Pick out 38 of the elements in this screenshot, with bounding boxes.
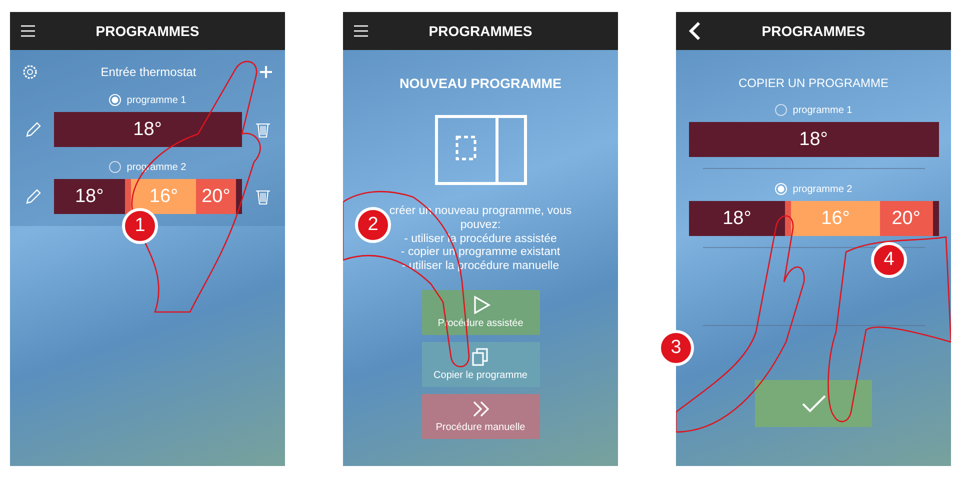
temperature-segment: 16° bbox=[131, 179, 196, 214]
pencil-icon[interactable] bbox=[24, 188, 42, 206]
thermostat-name: Entrée thermostat bbox=[100, 65, 196, 79]
menu-icon[interactable] bbox=[353, 23, 369, 39]
program-illustration-icon bbox=[434, 115, 526, 185]
trash-icon[interactable] bbox=[254, 188, 272, 206]
temperature-segment: 20° bbox=[880, 201, 932, 236]
program-name: programme 2 bbox=[792, 184, 852, 194]
settings-icon[interactable] bbox=[22, 64, 38, 80]
temperature-segment: 18° bbox=[54, 112, 242, 147]
pencil-icon[interactable] bbox=[24, 120, 42, 138]
program-name: programme 1 bbox=[126, 94, 186, 106]
check-icon bbox=[800, 394, 826, 414]
screen-title: PROGRAMMES bbox=[762, 23, 866, 39]
step-number: 2 bbox=[355, 207, 391, 243]
menu-icon[interactable] bbox=[20, 23, 36, 39]
step-number: 3 bbox=[658, 330, 694, 366]
trash-icon[interactable] bbox=[254, 120, 272, 138]
screen-title: PROGRAMMES bbox=[428, 23, 532, 39]
step-number: 4 bbox=[871, 242, 907, 278]
screen-title: PROGRAMMES bbox=[96, 23, 200, 39]
screen-heading: COPIER UN PROGRAMME bbox=[738, 76, 888, 90]
temperature-segment: 16° bbox=[791, 201, 880, 236]
temperature-segment: 18° bbox=[688, 201, 786, 236]
confirm-button[interactable] bbox=[755, 380, 872, 427]
option-button[interactable]: Copier le programme bbox=[422, 342, 540, 387]
double-chevron-icon bbox=[470, 399, 490, 420]
radio-button[interactable] bbox=[108, 161, 121, 173]
step-number: 1 bbox=[122, 208, 158, 244]
copy-icon bbox=[470, 347, 490, 368]
temperature-segment: 20° bbox=[196, 179, 236, 214]
temperature-segment: 18° bbox=[688, 122, 938, 157]
temperature-segment: 18° bbox=[54, 179, 126, 214]
program-name: programme 1 bbox=[792, 104, 852, 116]
radio-button[interactable] bbox=[774, 104, 787, 116]
option-button[interactable]: Procédure manuelle bbox=[422, 394, 540, 439]
add-icon[interactable] bbox=[258, 65, 273, 79]
screen-heading: NOUVEAU PROGRAMME bbox=[399, 76, 562, 91]
